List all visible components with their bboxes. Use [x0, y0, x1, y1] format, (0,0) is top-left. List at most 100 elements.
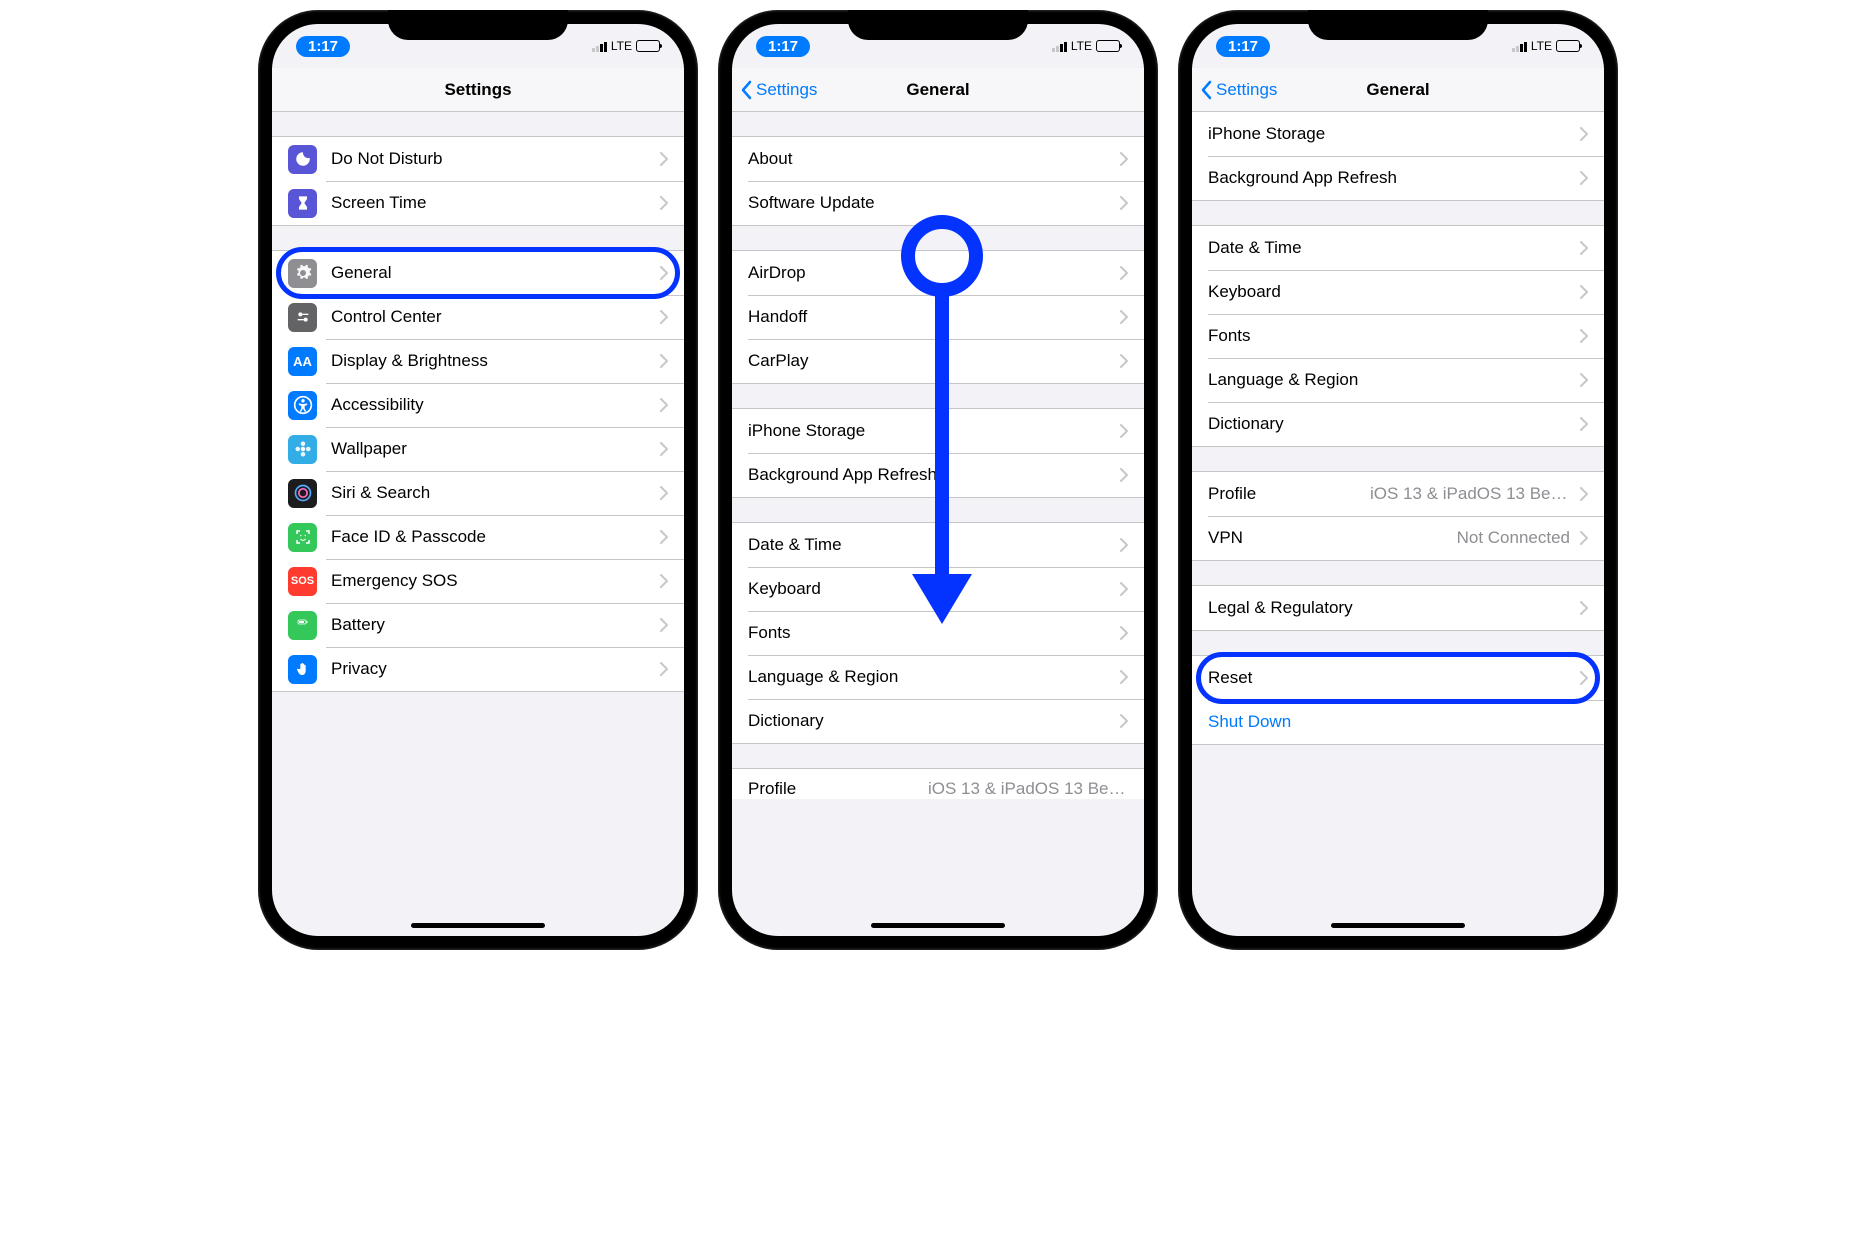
- chevron-right-icon: [1120, 354, 1128, 368]
- phone-frame-2: 1:17 LTE Settings General AboutSoftware …: [718, 10, 1158, 950]
- row-label: Fonts: [748, 623, 1110, 643]
- hand-icon: [288, 655, 317, 684]
- back-label: Settings: [756, 80, 817, 100]
- row-language-region[interactable]: Language & Region: [732, 655, 1144, 699]
- chevron-right-icon: [1580, 531, 1588, 545]
- row-screen-time[interactable]: Screen Time: [272, 181, 684, 225]
- settings-group: Date & TimeKeyboard Fonts Language & Regio…: [1192, 225, 1604, 447]
- chevron-right-icon: [1120, 714, 1128, 728]
- back-button[interactable]: Settings: [1200, 80, 1277, 100]
- row-label: Software Update: [748, 193, 1110, 213]
- row-label: iPhone Storage: [1208, 124, 1570, 144]
- row-background-app-refresh[interactable]: Background App Refresh: [732, 453, 1144, 497]
- battery-icon: [1096, 40, 1120, 52]
- row-label: Face ID & Passcode: [331, 527, 650, 547]
- general-list-scrolled[interactable]: iPhone Storage Background App Refresh Date…: [1192, 112, 1604, 936]
- chevron-right-icon: [660, 354, 668, 368]
- battery-icon: [288, 611, 317, 640]
- settings-list[interactable]: Do Not DisturbScreen Time General Control …: [272, 112, 684, 936]
- row-fonts[interactable]: Fonts: [1192, 314, 1604, 358]
- row-label: Date & Time: [748, 535, 1110, 555]
- chevron-right-icon: [1580, 329, 1588, 343]
- phone-frame-1: 1:17 LTE Settings Do Not DisturbScreen T…: [258, 10, 698, 950]
- row-handoff[interactable]: Handoff: [732, 295, 1144, 339]
- chevron-right-icon: [1120, 582, 1128, 596]
- row-label: Language & Region: [748, 667, 1110, 687]
- row-wallpaper[interactable]: Wallpaper: [272, 427, 684, 471]
- row-label: Fonts: [1208, 326, 1570, 346]
- row-shut-down[interactable]: Shut Down: [1192, 700, 1604, 744]
- row-profile[interactable]: ProfileiOS 13 & iPadOS 13 Beta Softwar..…: [1192, 472, 1604, 516]
- row-do-not-disturb[interactable]: Do Not Disturb: [272, 137, 684, 181]
- status-time-pill[interactable]: 1:17: [1216, 36, 1270, 57]
- back-button[interactable]: Settings: [740, 80, 817, 100]
- chevron-right-icon: [1120, 196, 1128, 210]
- home-indicator[interactable]: [411, 923, 545, 928]
- row-label: Accessibility: [331, 395, 650, 415]
- row-iphone-storage[interactable]: iPhone Storage: [1192, 112, 1604, 156]
- row-dictionary[interactable]: Dictionary: [732, 699, 1144, 743]
- row-iphone-storage[interactable]: iPhone Storage: [732, 409, 1144, 453]
- chevron-right-icon: [660, 152, 668, 166]
- row-carplay[interactable]: CarPlay: [732, 339, 1144, 383]
- row-label: Emergency SOS: [331, 571, 650, 591]
- settings-group: About Software Update: [732, 136, 1144, 226]
- chevron-right-icon: [1120, 670, 1128, 684]
- status-right: LTE: [1512, 39, 1580, 53]
- notch: [1308, 10, 1488, 40]
- chevron-right-icon: [1120, 626, 1128, 640]
- row-reset[interactable]: Reset: [1192, 656, 1604, 700]
- row-label: Shut Down: [1208, 712, 1588, 732]
- chevron-right-icon: [660, 530, 668, 544]
- row-keyboard[interactable]: Keyboard: [732, 567, 1144, 611]
- row-label: Privacy: [331, 659, 650, 679]
- accessibility-icon: [288, 391, 317, 420]
- row-vpn[interactable]: VPNNot Connected: [1192, 516, 1604, 560]
- row-emergency-sos[interactable]: SOSEmergency SOS: [272, 559, 684, 603]
- row-general[interactable]: General: [272, 251, 684, 295]
- row-siri-search[interactable]: Siri & Search: [272, 471, 684, 515]
- status-time-pill[interactable]: 1:17: [756, 36, 810, 57]
- row-legal-regulatory[interactable]: Legal & Regulatory: [1192, 586, 1604, 630]
- row-background-app-refresh[interactable]: Background App Refresh: [1192, 156, 1604, 200]
- row-language-region[interactable]: Language & Region: [1192, 358, 1604, 402]
- row-display-brightness[interactable]: AADisplay & Brightness: [272, 339, 684, 383]
- home-indicator[interactable]: [871, 923, 1005, 928]
- row-label: Reset: [1208, 668, 1570, 688]
- chevron-right-icon: [1580, 373, 1588, 387]
- settings-group: AirDropHandoffCarPlay: [732, 250, 1144, 384]
- row-date-time[interactable]: Date & Time: [732, 523, 1144, 567]
- row-airdrop[interactable]: AirDrop: [732, 251, 1144, 295]
- row-label: About: [748, 149, 1110, 169]
- chevron-right-icon: [660, 398, 668, 412]
- row-date-time[interactable]: Date & Time: [1192, 226, 1604, 270]
- row-face-id-passcode[interactable]: Face ID & Passcode: [272, 515, 684, 559]
- settings-group: General Control Center AADisplay & Brightn…: [272, 250, 684, 692]
- row-about[interactable]: About: [732, 137, 1144, 181]
- row-battery[interactable]: Battery: [272, 603, 684, 647]
- row-keyboard[interactable]: Keyboard: [1192, 270, 1604, 314]
- row-label: Control Center: [331, 307, 650, 327]
- chevron-right-icon: [1120, 468, 1128, 482]
- settings-group: Legal & Regulatory: [1192, 585, 1604, 631]
- siri-icon: [288, 479, 317, 508]
- screen-2: 1:17 LTE Settings General AboutSoftware …: [732, 24, 1144, 936]
- status-time-pill[interactable]: 1:17: [296, 36, 350, 57]
- row-software-update[interactable]: Software Update: [732, 181, 1144, 225]
- row-fonts[interactable]: Fonts: [732, 611, 1144, 655]
- row-privacy[interactable]: Privacy: [272, 647, 684, 691]
- gear-icon: [288, 259, 317, 288]
- chevron-right-icon: [660, 310, 668, 324]
- general-list[interactable]: About Software Update AirDropHandoffCarPla…: [732, 112, 1144, 936]
- status-right: LTE: [1052, 39, 1120, 53]
- row-profile-peek[interactable]: ProfileiOS 13 & iPadOS 13 Beta Softwar..…: [732, 768, 1144, 799]
- chevron-right-icon: [1120, 266, 1128, 280]
- row-control-center[interactable]: Control Center: [272, 295, 684, 339]
- faceid-icon: [288, 523, 317, 552]
- switches-icon: [288, 303, 317, 332]
- row-dictionary[interactable]: Dictionary: [1192, 402, 1604, 446]
- home-indicator[interactable]: [1331, 923, 1465, 928]
- row-detail: iOS 13 & iPadOS 13 Beta Softwar...: [1370, 484, 1570, 504]
- carrier-text: LTE: [1531, 39, 1552, 53]
- row-accessibility[interactable]: Accessibility: [272, 383, 684, 427]
